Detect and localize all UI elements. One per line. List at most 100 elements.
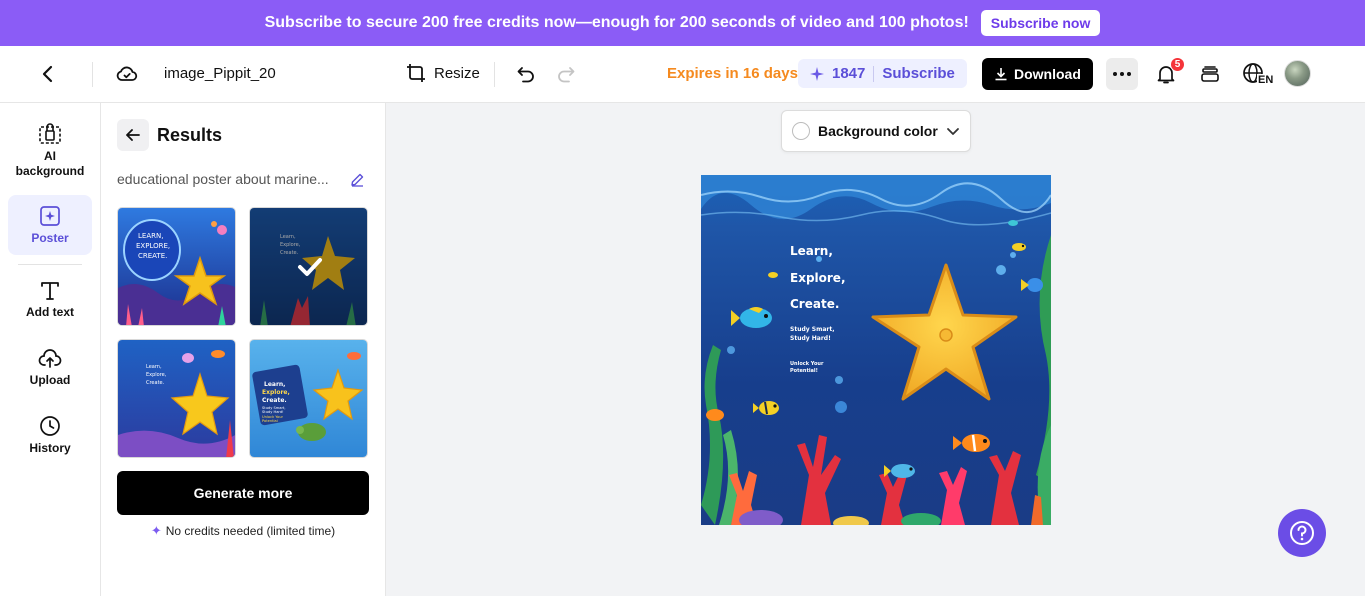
pencil-icon <box>350 173 363 187</box>
stack-icon <box>1201 66 1219 82</box>
result-thumbnail-3[interactable]: Learn, Explore, Create. <box>117 339 236 458</box>
arrow-left-icon <box>126 129 140 141</box>
layers-button[interactable] <box>1199 63 1221 85</box>
download-button[interactable]: Download <box>982 58 1093 90</box>
generate-more-button[interactable]: Generate more <box>117 471 369 515</box>
user-avatar-button[interactable] <box>1284 60 1311 87</box>
rail-item-history[interactable]: History <box>8 415 92 461</box>
credits-divider <box>873 65 875 82</box>
poster-subline-4: Potential! <box>790 368 818 374</box>
credits-count: 1847 <box>832 65 866 82</box>
text-icon <box>41 282 59 300</box>
rail-item-add-text[interactable]: Add text <box>8 279 92 325</box>
cloud-save-button[interactable] <box>114 61 140 87</box>
language-button[interactable]: EN <box>1242 62 1275 88</box>
poster-subline-1: Study Smart, <box>790 326 835 333</box>
poster-canvas[interactable]: Learn, Explore, Create. Study Smart, Stu… <box>701 175 1051 525</box>
top-header: image_Pippit_20 Resize Expires in 16 day… <box>0 46 1365 103</box>
rail-item-poster[interactable]: Poster <box>8 195 92 255</box>
svg-text:Study Hard!: Study Hard! <box>262 410 284 414</box>
ai-background-icon <box>39 123 61 144</box>
poster-subline-3: Unlock Your <box>790 361 824 367</box>
promo-text: Subscribe to secure 200 free credits now… <box>264 14 969 31</box>
rail-item-upload[interactable]: Upload <box>8 347 92 393</box>
rail-label-ai-background: AI background <box>15 149 85 178</box>
poster-line-1: Learn, <box>790 244 833 258</box>
svg-text:Potential: Potential <box>262 419 278 423</box>
thumbnail-image: Learn, Explore, Create. <box>118 340 235 457</box>
svg-text:Create.: Create. <box>262 397 287 404</box>
svg-text:CREATE.: CREATE. <box>138 252 167 260</box>
thumbnail-image: LEARN, EXPLORE, CREATE. <box>118 208 235 325</box>
promo-banner: Subscribe to secure 200 free credits now… <box>0 0 1365 46</box>
credits-note: ✦ No credits needed (limited time) <box>117 523 369 539</box>
chevron-left-icon <box>42 65 53 83</box>
thumbnail-image: Learn, Explore, Create. <box>250 208 367 325</box>
edit-prompt-button[interactable] <box>349 171 365 187</box>
header-divider <box>92 62 93 87</box>
svg-text:Explore,: Explore, <box>146 372 167 378</box>
tool-rail: AI background Poster Add text Upload Hist… <box>0 103 101 596</box>
rail-label-add-text: Add text <box>26 305 74 319</box>
rail-label-poster: Poster <box>31 230 69 245</box>
notifications-button[interactable]: 5 <box>1155 57 1185 85</box>
rail-item-ai-background[interactable]: AI background <box>8 121 92 181</box>
upload-icon <box>38 349 62 368</box>
results-back-button[interactable] <box>117 119 149 151</box>
undo-icon <box>517 67 534 83</box>
thumbnail-image: Learn, Explore, Create. Study Smart, Stu… <box>250 340 367 457</box>
sparkle-icon <box>810 66 824 81</box>
credits-pill[interactable]: 1847 Subscribe <box>798 59 967 88</box>
rail-label-upload: Upload <box>29 373 71 387</box>
resize-label: Resize <box>434 64 480 82</box>
background-color-label: Background color <box>818 123 938 139</box>
result-thumbnail-1[interactable]: LEARN, EXPLORE, CREATE. <box>117 207 236 326</box>
expires-notice: Expires in 16 days <box>667 65 798 82</box>
expires-text: Expires in 16 days <box>667 65 798 82</box>
result-thumbnail-2-selected[interactable]: Learn, Explore, Create. <box>249 207 368 326</box>
sparkle-icon: ✦ <box>150 523 162 538</box>
poster-artwork <box>701 175 1051 525</box>
poster-line-2: Explore, <box>790 271 846 285</box>
thumb-text: LEARN, <box>138 232 163 240</box>
header-divider <box>494 62 495 87</box>
svg-text:Learn,: Learn, <box>146 364 162 370</box>
prompt-text: educational poster about marine... <box>117 171 329 187</box>
download-label: Download <box>1014 66 1081 82</box>
svg-text:Learn,: Learn, <box>264 381 285 388</box>
back-chevron-button[interactable] <box>36 62 60 86</box>
resize-button[interactable]: Resize <box>406 63 480 83</box>
background-color-dropdown[interactable]: Background color <box>781 110 971 152</box>
clock-icon <box>40 416 60 436</box>
question-icon <box>1290 521 1314 545</box>
subscribe-now-button[interactable]: Subscribe now <box>980 10 1101 36</box>
results-panel: Results educational poster about marine.… <box>101 103 386 596</box>
color-swatch <box>792 122 810 140</box>
more-options-button[interactable] <box>1106 58 1138 90</box>
poster-line-3: Create. <box>790 297 840 311</box>
results-title: Results <box>157 125 223 145</box>
result-thumbnail-4[interactable]: Learn, Explore, Create. Study Smart, Stu… <box>249 339 368 458</box>
notification-badge: 5 <box>1170 57 1185 72</box>
poster-subline-2: Study Hard! <box>790 335 831 342</box>
credits-note-text: No credits needed (limited time) <box>165 524 336 538</box>
redo-button[interactable] <box>554 62 578 86</box>
more-dots-icon <box>1113 72 1131 76</box>
undo-button[interactable] <box>514 62 538 86</box>
svg-text:EXPLORE,: EXPLORE, <box>136 242 170 250</box>
cloud-check-icon <box>116 66 138 81</box>
svg-text:Explore,: Explore, <box>262 389 290 396</box>
help-button[interactable] <box>1278 509 1326 557</box>
filename-text: image_Pippit_20 <box>164 65 276 82</box>
poster-icon <box>40 205 60 226</box>
avatar <box>1284 60 1311 87</box>
resize-icon <box>407 64 425 82</box>
language-code: EN <box>1257 74 1275 86</box>
download-icon <box>995 68 1007 81</box>
rail-divider <box>18 264 82 265</box>
subscribe-link[interactable]: Subscribe <box>882 65 955 82</box>
filename-field[interactable]: image_Pippit_20 <box>164 65 276 82</box>
redo-icon <box>558 67 575 83</box>
rail-label-history: History <box>29 441 71 455</box>
svg-text:Create.: Create. <box>146 380 165 386</box>
